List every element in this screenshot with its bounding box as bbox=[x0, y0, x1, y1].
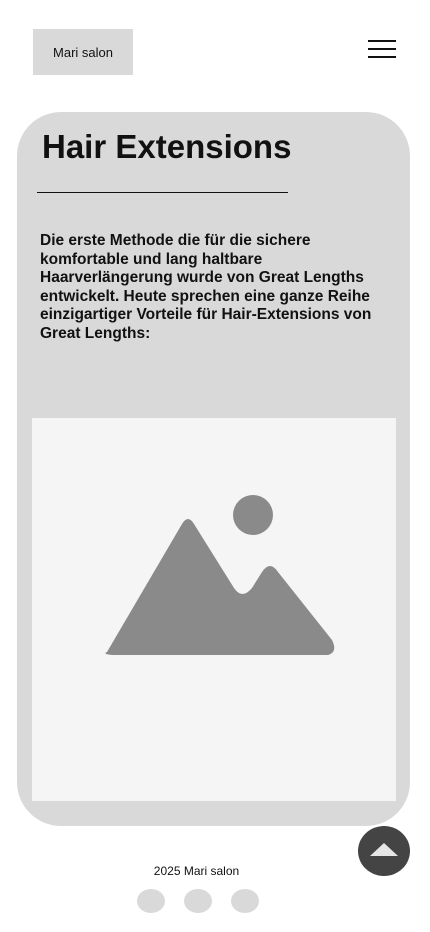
menu-bar-bottom bbox=[368, 56, 396, 58]
arrow-up-icon bbox=[370, 843, 398, 856]
menu-bar-middle bbox=[368, 48, 396, 50]
card-image bbox=[32, 418, 396, 801]
mountain-shape bbox=[105, 519, 335, 655]
logo-text: Mari salon bbox=[53, 44, 113, 60]
sun-circle bbox=[233, 495, 273, 535]
pagination-dot-2[interactable] bbox=[184, 889, 212, 913]
hamburger-menu-icon[interactable] bbox=[368, 38, 398, 62]
pagination-dot-3[interactable] bbox=[231, 889, 259, 913]
title-divider bbox=[37, 192, 288, 193]
card-title: Hair Extensions bbox=[42, 128, 292, 165]
logo[interactable]: Mari salon bbox=[33, 29, 133, 75]
scroll-to-top-button[interactable] bbox=[358, 826, 410, 876]
pagination-dots bbox=[137, 889, 267, 913]
card-description: Die erste Methode die für die sichere ko… bbox=[40, 232, 372, 342]
service-card: Hair Extensions Die erste Methode die fü… bbox=[17, 112, 410, 826]
image-placeholder-icon bbox=[105, 495, 335, 655]
footer-copyright: 2025 Mari salon bbox=[153, 864, 240, 878]
pagination-dot-1[interactable] bbox=[137, 889, 165, 913]
menu-bar-top bbox=[368, 40, 396, 42]
